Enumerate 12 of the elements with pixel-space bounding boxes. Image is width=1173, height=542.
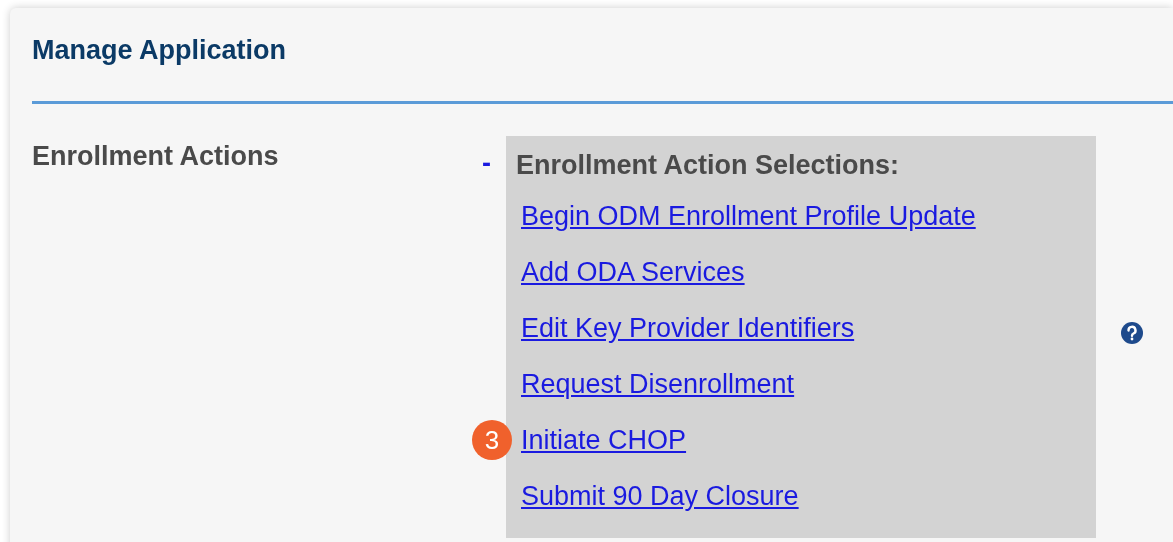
help-icon[interactable] — [1120, 320, 1144, 345]
action-link[interactable]: Request Disenrollment — [521, 368, 795, 399]
action-link[interactable]: Add ODA Services — [521, 256, 745, 287]
step-badge: 3 — [472, 419, 512, 460]
section-label: Enrollment Actions — [32, 140, 279, 171]
action-link[interactable]: Begin ODM Enrollment Profile Update — [521, 200, 976, 231]
panel-title: Manage Application — [32, 35, 287, 65]
action-link[interactable]: Edit Key Provider Identifiers — [521, 312, 855, 343]
action-link[interactable]: Initiate CHOP — [521, 424, 687, 455]
collapse-toggle[interactable]: - — [482, 149, 491, 177]
action-link[interactable]: Submit 90 Day Closure — [521, 480, 799, 511]
selections-heading: Enrollment Action Selections: — [516, 148, 901, 182]
